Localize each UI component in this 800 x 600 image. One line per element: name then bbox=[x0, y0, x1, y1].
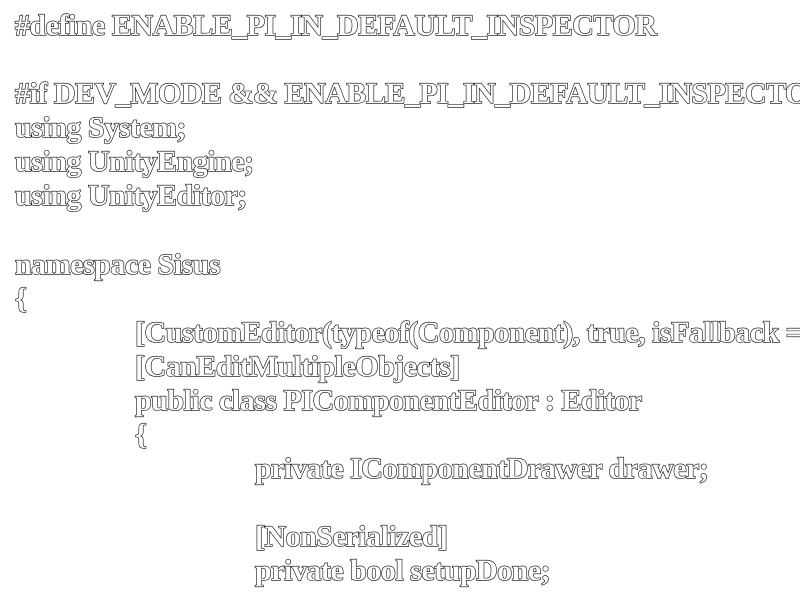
nonserialized-attribute-line: [NonSerialized] bbox=[254, 519, 448, 553]
can-edit-multiple-attribute-line: [CanEditMultipleObjects] bbox=[134, 349, 460, 383]
using-system-line: using System; bbox=[14, 110, 187, 144]
class-declaration-line: public class PIComponentEditor : Editor bbox=[134, 383, 642, 417]
drawer-field-line: private IComponentDrawer drawer; bbox=[254, 451, 709, 485]
setup-done-field-line: private bool setupDone; bbox=[254, 553, 551, 587]
namespace-open-brace: { bbox=[14, 281, 27, 315]
if-directive-line: #if DEV_MODE && ENABLE_PI_IN_DEFAULT_INS… bbox=[14, 76, 800, 110]
using-unityengine-line: using UnityEngine; bbox=[14, 144, 254, 178]
namespace-line: namespace Sisus bbox=[14, 247, 221, 281]
using-unityeditor-line: using UnityEditor; bbox=[14, 178, 248, 212]
define-directive-line: #define ENABLE_PI_IN_DEFAULT_INSPECTOR bbox=[14, 8, 657, 42]
class-open-brace: { bbox=[134, 417, 147, 451]
code-view: #define ENABLE_PI_IN_DEFAULT_INSPECTOR #… bbox=[0, 0, 800, 600]
custom-editor-attribute-line: [CustomEditor(typeof(Component), true, i… bbox=[134, 315, 800, 349]
